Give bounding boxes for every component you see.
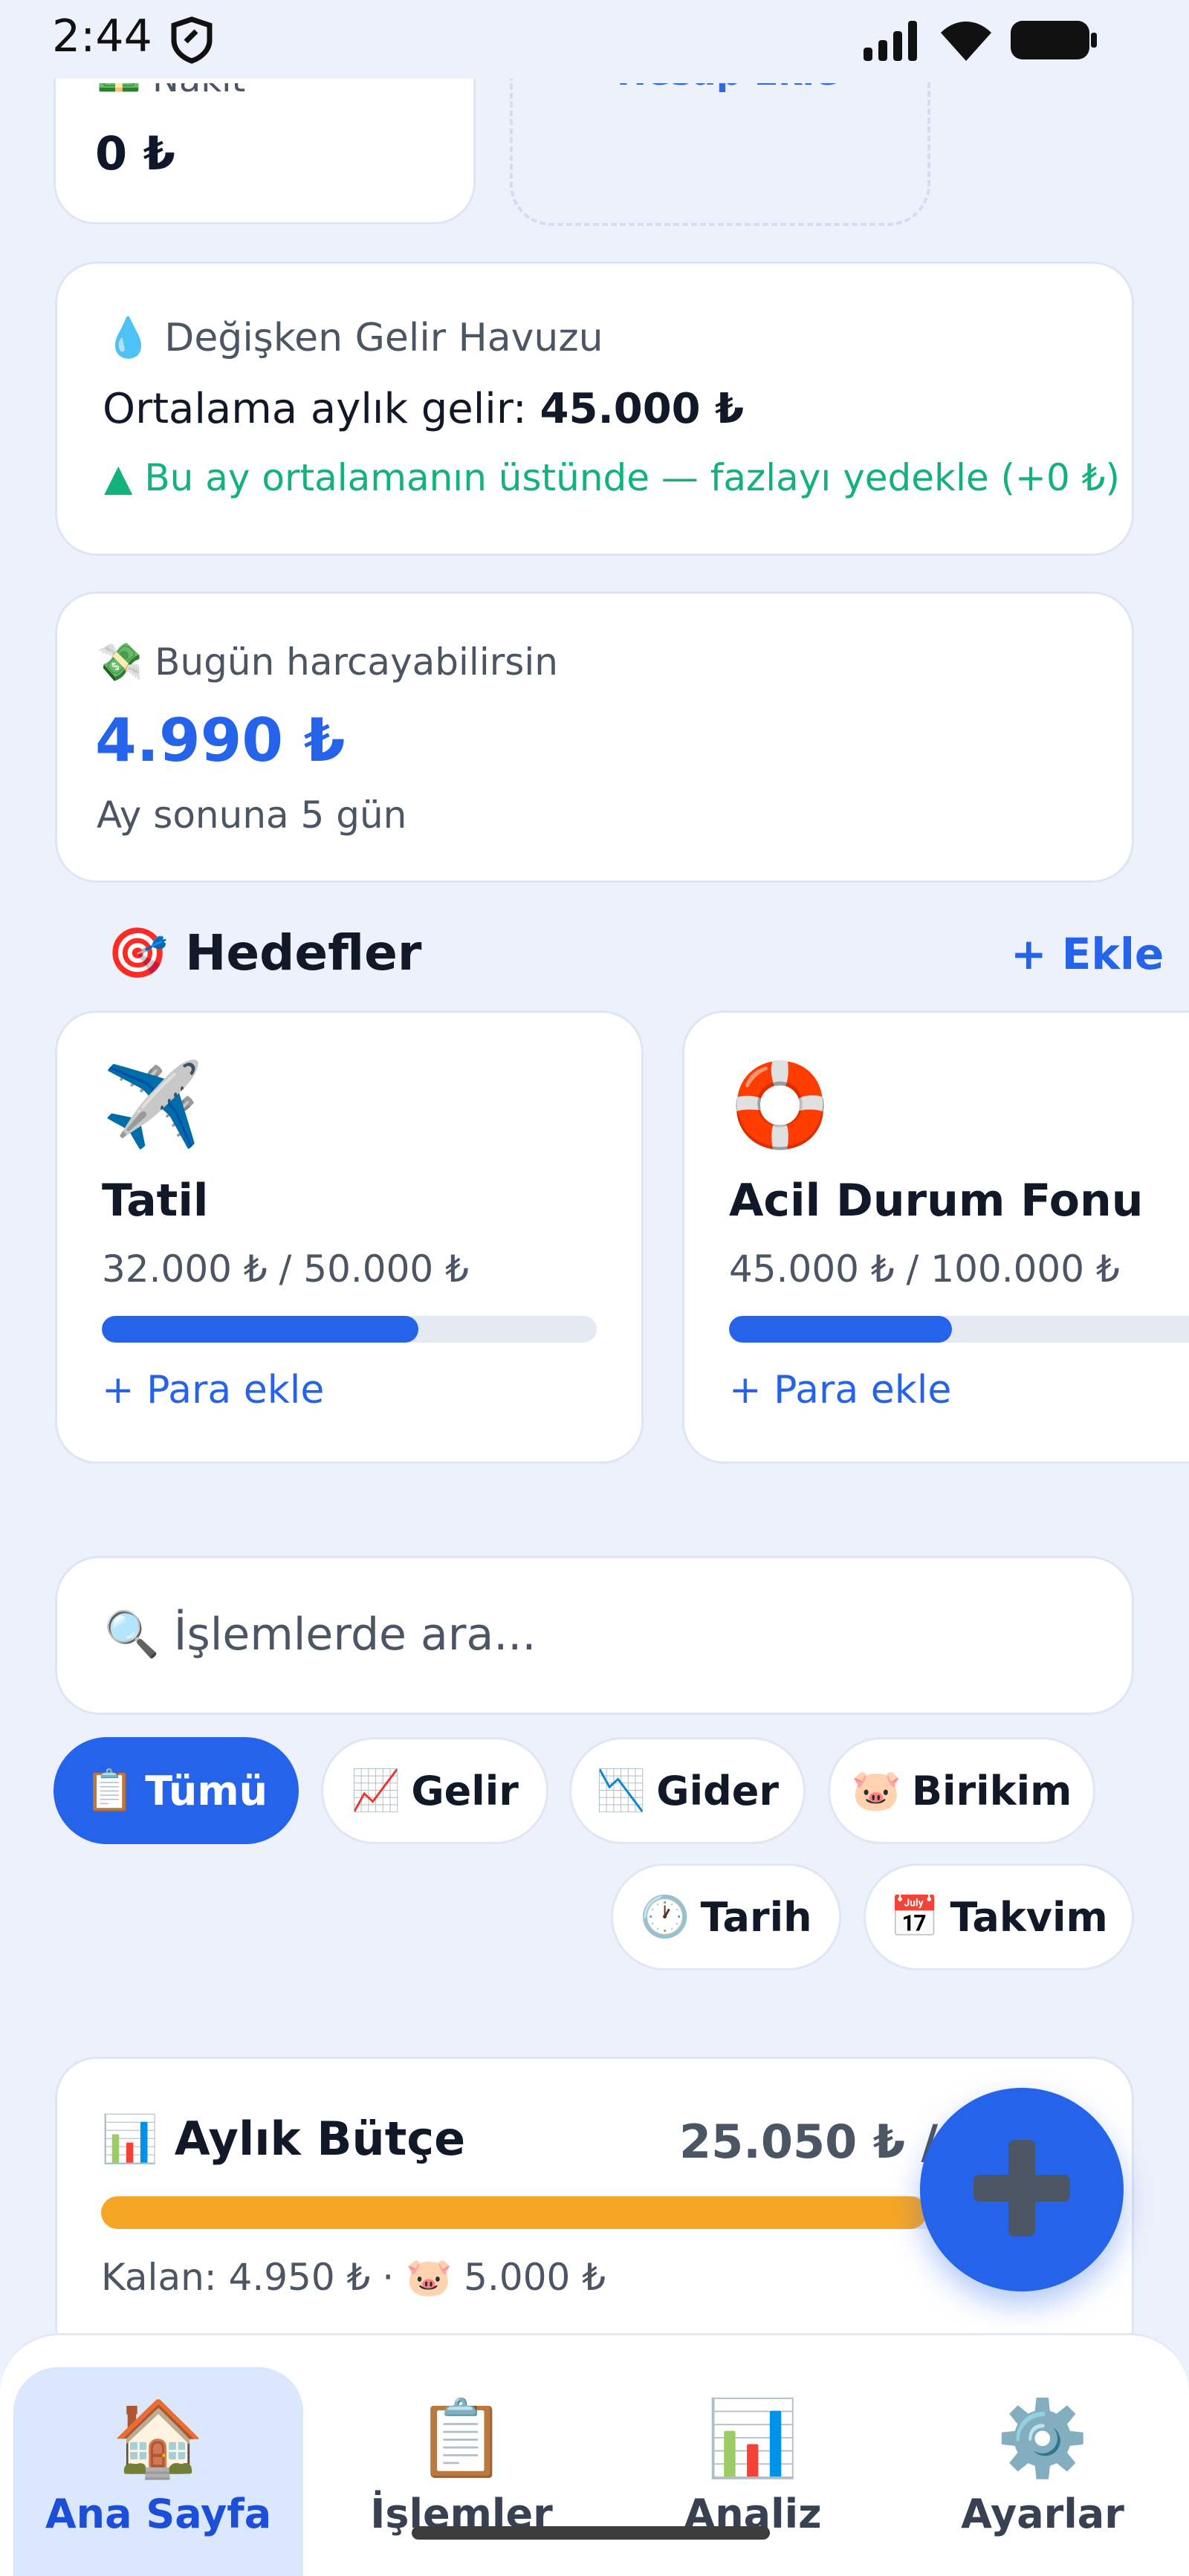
- spend-today-title: 💸 Bugün harcayabilirsin: [97, 640, 558, 684]
- lifebuoy-icon: 🛟: [729, 1057, 831, 1152]
- piggy-bank-icon: 🐷: [851, 1767, 901, 1814]
- nav-item-home[interactable]: 🏠 Ana Sayfa: [13, 2367, 303, 2576]
- monthly-budget-title: 📊 Aylık Bütçe: [101, 2112, 466, 2166]
- status-time: 2:44: [52, 10, 152, 62]
- goal-add-money-button[interactable]: + Para ekle: [102, 1368, 324, 1412]
- monthly-budget-amount: 25.050 ₺ / 30.000 ₺: [679, 2115, 962, 2169]
- nav-item-label: Ayarlar: [961, 2491, 1124, 2537]
- clipboard-icon: 📋: [415, 2395, 508, 2482]
- plus-icon: [966, 2132, 1078, 2247]
- income-pool-average-value: 45.000 ₺: [540, 385, 745, 433]
- filter-chip-label: Gider: [656, 1767, 779, 1814]
- nav-item-settings[interactable]: ⚙️ Ayarlar: [898, 2367, 1188, 2576]
- filter-chip-all[interactable]: 📋 Tümü: [54, 1737, 299, 1844]
- goal-add-money-button[interactable]: + Para ekle: [729, 1368, 951, 1412]
- goal-progress-bar: [729, 1316, 1189, 1343]
- search-placeholder: 🔍 İşlemlerde ara...: [104, 1609, 537, 1661]
- income-pool-title: 💧 Değişken Gelir Havuzu: [104, 316, 603, 360]
- cash-account-value: 0 ₺: [95, 126, 175, 181]
- house-icon: 🏠: [111, 2395, 205, 2482]
- signal-icon: [862, 18, 921, 62]
- filter-chip-label: Tümü: [145, 1767, 268, 1814]
- home-indicator: [412, 2526, 770, 2540]
- chart-up-icon: 📈: [351, 1767, 401, 1814]
- add-goal-button[interactable]: + Ekle: [1011, 929, 1164, 979]
- income-pool-average-label: Ortalama aylık gelir:: [103, 385, 540, 433]
- filter-chip-income[interactable]: 📈 Gelir: [321, 1737, 548, 1844]
- gear-icon: ⚙️: [996, 2395, 1089, 2482]
- bar-chart-icon: 📊: [706, 2395, 800, 2482]
- goal-progress-bar: [102, 1316, 597, 1343]
- goal-card[interactable]: ✈️ Tatil 32.000 ₺ / 50.000 ₺ + Para ekle: [55, 1010, 644, 1464]
- filter-chip-label: Tarih: [700, 1893, 812, 1941]
- goal-name: Acil Durum Fonu: [729, 1175, 1144, 1227]
- filter-chip-savings[interactable]: 🐷 Birikim: [828, 1737, 1095, 1844]
- goal-progress-fill: [102, 1316, 419, 1343]
- nav-item-transactions[interactable]: 📋 İşlemler: [317, 2367, 606, 2576]
- airplane-icon: ✈️: [102, 1057, 204, 1152]
- goal-amount: 45.000 ₺ / 100.000 ₺: [729, 1248, 1120, 1291]
- clock-icon: 🕐: [640, 1893, 690, 1940]
- goal-amount: 32.000 ₺ / 50.000 ₺: [102, 1248, 469, 1291]
- monthly-budget-progress-fill: [101, 2196, 927, 2229]
- filter-chip-label: Birikim: [911, 1767, 1072, 1814]
- goal-progress-fill: [729, 1316, 952, 1343]
- income-pool-average: Ortalama aylık gelir: 45.000 ₺: [103, 385, 744, 433]
- spend-today-subtitle: Ay sonuna 5 gün: [97, 794, 407, 837]
- calendar-icon: 📅: [890, 1893, 940, 1940]
- goals-title: 🎯 Hedefler: [107, 924, 422, 982]
- clipboard-icon: 📋: [84, 1767, 135, 1814]
- monthly-budget-remaining: Kalan: 4.950 ₺ · 🐷 5.000 ₺: [101, 2256, 606, 2299]
- add-transaction-fab[interactable]: [920, 2088, 1124, 2291]
- filter-chip-calendar[interactable]: 📅 Takvim: [864, 1863, 1134, 1970]
- filter-chip-date[interactable]: 🕐 Tarih: [611, 1863, 841, 1970]
- wifi-icon: [938, 16, 994, 64]
- goal-card[interactable]: 🛟 Acil Durum Fonu 45.000 ₺ / 100.000 ₺ +…: [682, 1010, 1189, 1464]
- chart-down-icon: 📉: [596, 1767, 647, 1814]
- shield-icon: [169, 16, 214, 64]
- filter-chip-label: Gelir: [411, 1767, 519, 1814]
- filter-chip-label: Takvim: [950, 1893, 1108, 1941]
- nav-item-analysis[interactable]: 📊 Analiz: [608, 2367, 898, 2576]
- battery-icon: [1009, 19, 1098, 61]
- filter-chip-expense[interactable]: 📉 Gider: [569, 1737, 806, 1844]
- spend-today-value: 4.990 ₺: [95, 706, 346, 775]
- goal-name: Tatil: [102, 1175, 209, 1227]
- nav-item-label: Ana Sayfa: [45, 2491, 272, 2537]
- income-pool-note: ▲ Bu ay ortalamanın üstünde — fazlayı ye…: [104, 456, 1120, 499]
